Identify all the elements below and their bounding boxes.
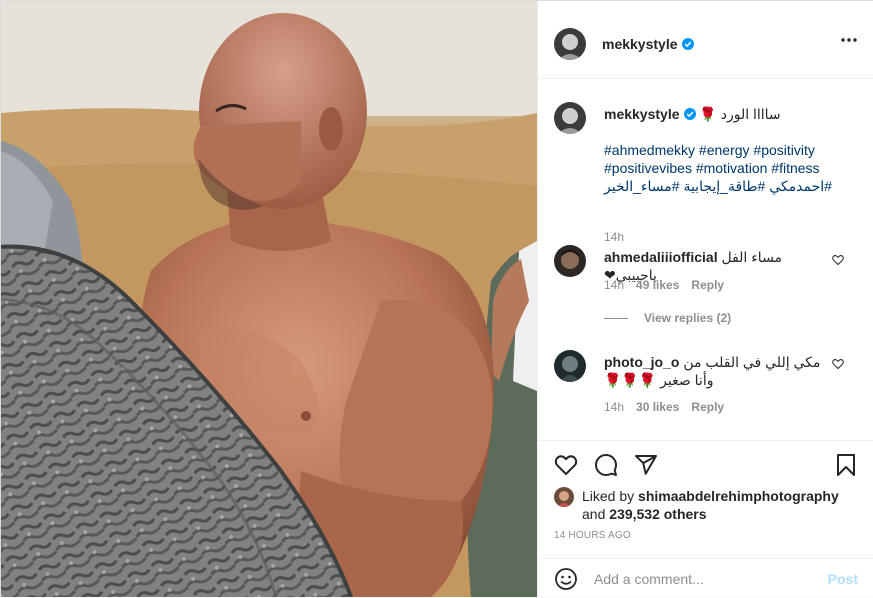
reply-button[interactable]: Reply [691, 400, 724, 414]
comment-time[interactable]: 14h [604, 278, 624, 292]
comment-body: photo_jo_o مكي إللي في القلب من وأنا صغي… [604, 353, 824, 389]
author-username[interactable]: mekkystyle [602, 36, 694, 52]
emoji-icon[interactable] [554, 567, 578, 591]
post-image [1, 1, 537, 597]
post-sidebar: mekkystyle mekkystyle ساااا الورد 🌹 #ahm… [537, 1, 873, 597]
liked-by-prefix: Liked by [582, 488, 635, 504]
caption-body: mekkystyle ساااا الورد 🌹 #ahmedmekky #en… [604, 105, 854, 195]
hashtag-line[interactable]: #ahmedmekky #energy #positivity [604, 141, 854, 159]
liked-by-text: Liked by shimaabdelrehimphotography and … [582, 487, 852, 523]
comment-icon[interactable] [594, 453, 618, 477]
liked-by-and: and [582, 506, 606, 522]
caption-username-text: mekkystyle [604, 106, 680, 122]
bookmark-icon[interactable] [834, 453, 858, 477]
post-photo[interactable] [1, 1, 537, 597]
commenter-avatar[interactable] [554, 245, 586, 277]
verified-badge-icon [683, 108, 696, 120]
like-comment-heart-icon[interactable] [832, 358, 844, 370]
view-replies-divider [604, 317, 628, 319]
likes-count[interactable]: 239,532 others [609, 506, 706, 522]
caption-hashtags: #ahmedmekky #energy #positivity #positiv… [604, 141, 854, 195]
comment-likes[interactable]: 30 likes [636, 400, 679, 414]
more-horizontal-icon[interactable] [840, 33, 858, 47]
liker-avatar[interactable] [554, 487, 574, 507]
view-replies-button[interactable]: View replies (2) [604, 311, 731, 325]
commenter-username[interactable]: photo_jo_o [604, 354, 679, 370]
instagram-post: mekkystyle mekkystyle ساااا الورد 🌹 #ahm… [0, 0, 873, 597]
caption-time[interactable]: 14h [604, 230, 624, 244]
comment-meta: 14h 30 likes Reply [604, 400, 724, 414]
commenter-avatar[interactable] [554, 350, 586, 382]
comments-list[interactable]: mekkystyle ساااا الورد 🌹 #ahmedmekky #en… [538, 80, 873, 440]
comment-input[interactable] [594, 569, 814, 589]
heart-icon[interactable] [554, 453, 578, 477]
caption-avatar[interactable] [554, 102, 586, 134]
hashtag-line[interactable]: #احمدمكي #طاقة_إيجابية #مساء_الخير [604, 177, 854, 195]
comment-meta: 14h 49 likes Reply [604, 278, 724, 292]
comment-likes[interactable]: 49 likes [636, 278, 679, 292]
liked-by-user[interactable]: shimaabdelrehimphotography [638, 488, 839, 504]
verified-badge-icon [681, 38, 694, 50]
view-replies-label: View replies (2) [644, 311, 732, 325]
reply-button[interactable]: Reply [691, 278, 724, 292]
add-comment-bar: Post [538, 558, 873, 598]
share-icon[interactable] [634, 453, 658, 477]
like-comment-heart-icon[interactable] [832, 254, 844, 266]
commenter-username[interactable]: ahmedaliiiofficial [604, 249, 718, 265]
caption-text: ساااا الورد 🌹 [699, 106, 781, 122]
author-username-text: mekkystyle [602, 36, 678, 52]
post-header: mekkystyle [538, 1, 873, 79]
comment-time[interactable]: 14h [604, 400, 624, 414]
hashtag-line[interactable]: #positivevibes #motivation #fitness [604, 159, 854, 177]
post-comment-button[interactable]: Post [828, 571, 858, 587]
caption-username[interactable]: mekkystyle [604, 106, 696, 122]
author-avatar[interactable] [554, 28, 586, 60]
post-actions: Liked by shimaabdelrehimphotography and … [538, 440, 873, 597]
post-timestamp[interactable]: 14 HOURS AGO [554, 530, 631, 541]
